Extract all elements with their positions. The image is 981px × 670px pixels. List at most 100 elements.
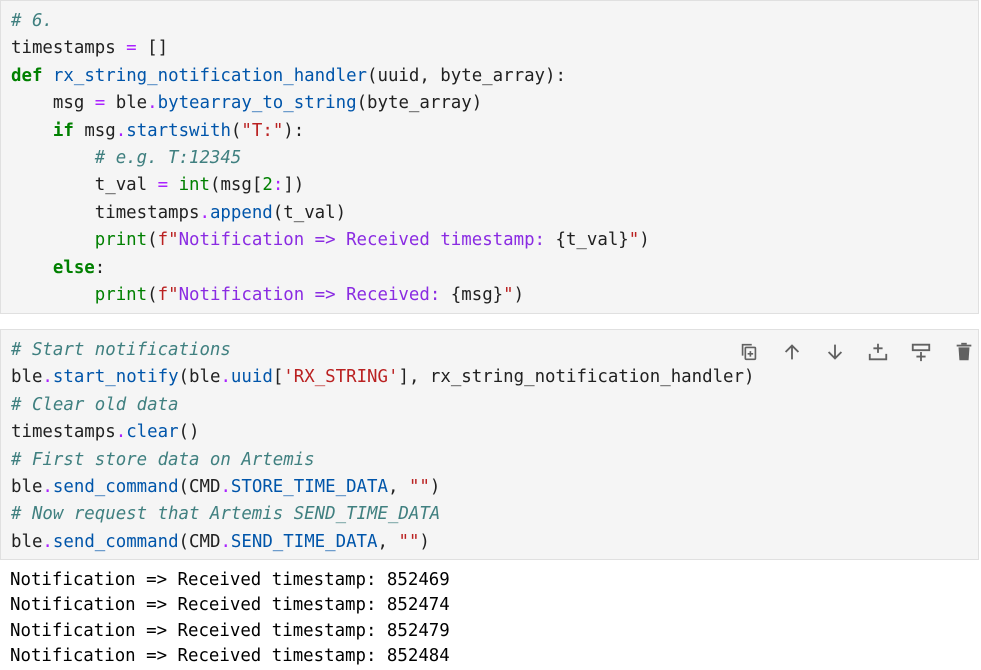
code-line: if msg.startswith("T:"): — [11, 118, 650, 145]
code-token: . — [115, 422, 127, 443]
code-line: ble.start_notify(ble.uuid['RX_STRING'], … — [11, 364, 754, 391]
code-token: {t_val} — [555, 230, 629, 251]
output-line: Notification => Received timestamp: 8524… — [10, 595, 450, 616]
code-token: . — [220, 531, 231, 552]
duplicate-icon — [741, 343, 756, 361]
code-token: . — [42, 476, 53, 497]
code-token: . — [147, 93, 158, 114]
code-token: ) — [513, 284, 525, 305]
code-token: print — [94, 230, 148, 251]
code-token: = — [157, 175, 169, 196]
code-token: (CMD — [178, 531, 221, 552]
code-token: STORE_TIME_DATA — [230, 476, 388, 497]
code-line: # Clear old data — [11, 392, 754, 419]
code-token: , — [377, 531, 399, 552]
code-line: timestamps.clear() — [11, 419, 754, 446]
code-token: start_notify — [52, 367, 179, 388]
code-line: timestamps = [] — [11, 35, 650, 62]
code-line: ble.send_command(CMD.SEND_TIME_DATA, "") — [11, 529, 754, 556]
code-token: . — [42, 367, 53, 388]
output-line: Notification => Received timestamp: 8524… — [10, 646, 450, 667]
arrow-up-icon — [784, 344, 799, 360]
code-token: uuid — [230, 367, 273, 388]
move-down-button[interactable] — [813, 340, 856, 364]
code-line: # First store data on Artemis — [11, 447, 754, 474]
code-line: print(f"Notification => Received: {msg}"… — [11, 282, 650, 309]
code-token: ble — [11, 531, 43, 552]
code-token: # 6. — [11, 11, 53, 31]
code-cell-1[interactable]: # 6. timestamps = [] def rx_string_notific… — [0, 0, 979, 314]
code-token: [] — [147, 38, 169, 59]
code-editor[interactable]: # Start notifications ble.start_notify(bl… — [11, 337, 754, 556]
code-token: ): — [283, 120, 305, 141]
code-token: " — [628, 230, 640, 251]
code-token: # Clear old data — [11, 394, 179, 415]
code-line: # Start notifications — [11, 337, 754, 364]
code-line: # e.g. T:12345 — [11, 145, 650, 172]
code-line: # Now request that Artemis SEND_TIME_DAT… — [11, 501, 754, 528]
code-token: . — [199, 202, 210, 223]
code-token: ble — [11, 367, 43, 388]
code-editor[interactable]: # 6. timestamps = [] def rx_string_notific… — [11, 8, 650, 309]
code-token: 2 — [262, 175, 273, 196]
code-token: ) — [429, 476, 441, 497]
code-token: ]) — [283, 175, 305, 196]
code-token: f" — [157, 284, 179, 305]
code-token: Notification => Received timestamp: — [178, 230, 556, 251]
code-token: Notification => Received: — [178, 284, 451, 305]
code-token: = — [126, 38, 137, 59]
code-token: (uuid, byte_array): — [367, 65, 566, 86]
code-token: # Now request that Artemis SEND_TIME_DAT… — [11, 504, 441, 525]
duplicate-button[interactable] — [727, 340, 770, 364]
code-token: ble — [105, 93, 148, 114]
code-token: [ — [272, 367, 284, 388]
code-line: timestamps.append(t_val) — [11, 200, 650, 227]
code-token: # First store data on Artemis — [11, 449, 315, 470]
code-token: rx_string_notification_handler — [52, 65, 368, 86]
code-token: t_val — [11, 175, 158, 196]
code-token: : — [272, 175, 284, 196]
cell-toolbar — [727, 340, 981, 364]
code-token: timestamps — [11, 422, 116, 443]
code-token: (msg[ — [209, 175, 263, 196]
code-token: ) — [639, 230, 650, 251]
output-line: Notification => Received timestamp: 8524… — [10, 570, 450, 590]
code-token: , — [387, 476, 409, 497]
code-token: clear — [126, 422, 179, 443]
code-token: " — [503, 284, 514, 305]
code-token: (t_val) — [272, 202, 347, 223]
code-line: ble.send_command(CMD.STORE_TIME_DATA, ""… — [11, 474, 754, 501]
code-token: = — [94, 93, 106, 114]
delete-button[interactable] — [942, 340, 981, 364]
code-token: bytearray_to_string — [157, 93, 357, 114]
code-token: ble — [11, 476, 43, 497]
code-token: SEND_TIME_DATA — [230, 531, 378, 552]
code-token: ( — [230, 120, 242, 141]
insert-above-button[interactable] — [856, 340, 899, 364]
code-token: if — [52, 120, 74, 141]
code-token: ) — [419, 531, 430, 552]
code-token: "" — [398, 531, 420, 552]
code-token: send_command — [52, 531, 179, 552]
code-token: "" — [408, 476, 430, 497]
insert-above-icon — [868, 343, 887, 361]
code-token: 'RX_STRING' — [283, 367, 399, 388]
code-token: append — [209, 202, 273, 223]
code-token: ], rx_string_notification_handler) — [398, 367, 755, 388]
code-token: () — [178, 422, 200, 443]
insert-below-button[interactable] — [899, 340, 942, 364]
code-token: msg — [73, 120, 116, 141]
code-token: {msg} — [450, 284, 504, 305]
code-cell-2[interactable]: # Start notifications ble.start_notify(bl… — [0, 329, 979, 560]
move-up-button[interactable] — [770, 340, 813, 364]
code-token: # e.g. T:12345 — [94, 147, 242, 168]
code-token: . — [115, 120, 127, 141]
code-token: else — [52, 257, 95, 278]
code-line: else: — [11, 255, 650, 282]
